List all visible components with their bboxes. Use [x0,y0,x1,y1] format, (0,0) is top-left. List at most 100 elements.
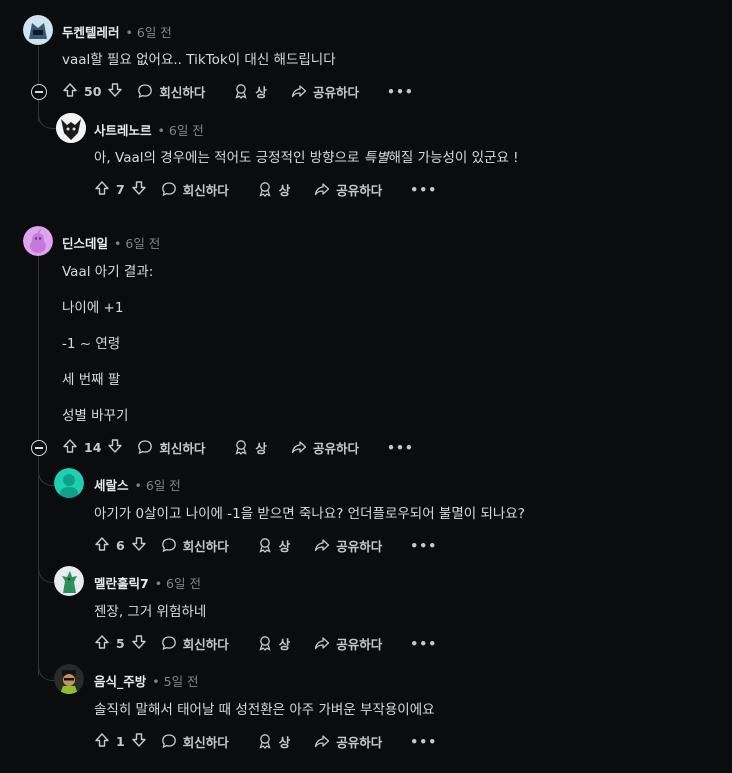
comment-body-text: 해질 가능성이 있군요 ! [388,150,519,166]
award-icon [257,635,273,651]
vote-count: 7 [116,181,125,197]
avatar[interactable] [56,113,86,143]
share-label: 공유하다 [336,636,383,652]
reply-label: 회신하다 [182,538,229,554]
downvote-icon[interactable] [131,634,147,653]
upvote-icon[interactable] [94,180,110,199]
share-button[interactable]: 공유하다 [291,438,359,457]
reply-label: 회신하다 [182,734,229,750]
award-button[interactable]: 상 [257,634,290,653]
award-label: 상 [278,182,291,198]
thread-connector [38,98,57,129]
comment-author[interactable]: 세랄스 [94,478,129,493]
comment-time: • 6일 전 [157,123,204,138]
more-icon[interactable]: ••• [410,538,437,553]
award-icon [257,733,273,749]
avatar[interactable] [23,226,53,256]
avatar[interactable] [23,15,53,45]
downvote-icon[interactable] [131,732,147,751]
downvote-icon[interactable] [131,180,147,199]
reply-label: 회신하다 [159,84,206,100]
award-button[interactable]: 상 [257,536,291,555]
comment-body-line: 나이에 +1 [62,300,124,316]
downvote-icon[interactable] [131,536,147,555]
share-icon [314,537,330,553]
reply-button[interactable]: 회신하다 [161,180,229,199]
more-icon[interactable]: ••• [387,440,414,455]
avatar[interactable] [54,468,84,498]
comment-author[interactable]: 음식_주방 [94,674,146,689]
thread-connector [38,552,55,583]
reply-bubble-icon [161,733,177,749]
collapse-icon[interactable] [31,84,47,100]
comment-author[interactable]: 사트레노르 [94,123,152,138]
award-button[interactable]: 상 [233,82,267,101]
comment-body: 아기가 0살이고 나이에 -1을 받으면 죽나요? 언더플로우되어 불멸이 되나… [94,506,525,522]
award-button[interactable]: 상 [257,180,291,199]
upvote-icon[interactable] [94,536,110,555]
collapse-icon[interactable] [31,440,47,456]
vote-count: 6 [116,537,125,553]
vote-count: 1 [116,733,125,749]
downvote-icon[interactable] [107,438,123,457]
share-label: 공유하다 [336,538,383,554]
comment-body: 솔직히 말해서 태어날 때 성전환은 아주 가벼운 부작용이에요 [94,702,435,718]
share-icon [291,439,307,455]
reply-button[interactable]: 회신하다 [137,438,205,457]
award-button[interactable]: 상 [233,438,267,457]
share-button[interactable]: 공유하다 [314,732,382,751]
more-icon[interactable]: ••• [410,182,437,197]
comment-body-line: -1 ~ 연령 [62,336,121,352]
upvote-icon[interactable] [94,634,110,653]
thread-connector [38,650,55,681]
award-icon [233,83,249,99]
upvote-icon[interactable] [94,732,110,751]
comment-body: 아, Vaal의 경우에는 적어도 긍정적인 방향으로 특별해질 가능성이 있군… [94,149,519,167]
comment-actions: 5 회신하다 상 공유하다 ••• [94,632,437,654]
reply-button[interactable]: 회신하다 [161,536,229,555]
award-label: 상 [255,440,267,456]
vote-count: 50 [84,83,102,99]
reply-bubble-icon [161,537,177,553]
downvote-icon[interactable] [107,82,123,101]
comment-time: • 6일 전 [114,236,161,251]
more-icon[interactable]: ••• [410,636,437,651]
reply-bubble-icon [137,83,153,99]
award-label: 상 [255,84,267,100]
more-icon[interactable]: ••• [387,84,414,99]
share-label: 공유하다 [336,182,383,198]
reply-bubble-icon [161,181,177,197]
share-label: 공유하다 [336,734,383,750]
reply-button[interactable]: 회신하다 [161,634,229,653]
reply-bubble-icon [137,439,153,455]
avatar[interactable] [54,566,84,596]
comment-author[interactable]: 딘스데일 [62,236,108,251]
share-button[interactable]: 공유하다 [291,82,359,101]
avatar[interactable] [54,664,84,694]
more-icon[interactable]: ••• [410,734,437,749]
comment-author[interactable]: 두켄텔레러 [62,25,120,40]
award-icon [233,439,249,455]
reply-button[interactable]: 회신하다 [161,732,229,751]
comment-actions: 50 회신하다 상 공유하다 ••• [62,80,414,102]
reply-button[interactable]: 회신하다 [137,82,205,101]
comment-body-line: Vaal 아기 결과: [62,264,154,280]
share-button[interactable]: 공유하다 [314,180,382,199]
comment-time: • 6일 전 [154,576,201,591]
upvote-icon[interactable] [62,82,78,101]
share-icon [314,181,330,197]
comment-author[interactable]: 멜란홀릭7 [94,576,149,591]
award-label: 상 [278,538,291,554]
share-button[interactable]: 공유하다 [314,536,382,555]
share-label: 공유하다 [312,84,359,100]
comment-body: 젠장, 그거 위험하네 [94,604,207,620]
comment-time: • 6일 전 [134,478,181,493]
thread-connector [38,455,55,486]
award-button[interactable]: 상 [257,732,291,751]
award-icon [257,537,273,553]
share-button[interactable]: 공유하다 [314,634,382,653]
upvote-icon[interactable] [62,438,78,457]
comment-actions: 14 회신하다 상 공유하다 ••• [62,436,414,458]
award-label: 상 [278,734,291,750]
reply-label: 회신하다 [182,182,229,198]
